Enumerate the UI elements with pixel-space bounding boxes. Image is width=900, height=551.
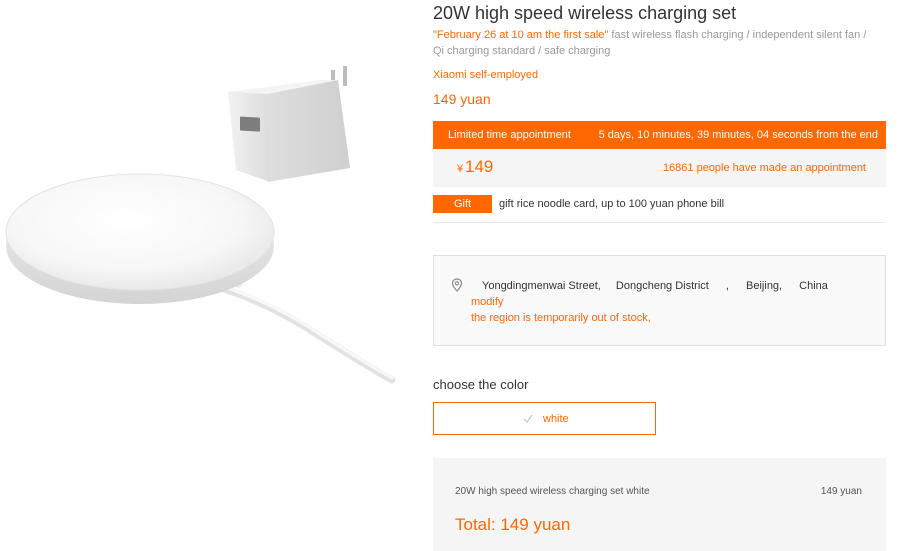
product-image [0,0,410,551]
address-separator: , [725,280,729,292]
flash-sale-label: Limited time appointment [448,129,571,141]
product-title: 20W high speed wireless charging set [433,3,737,23]
seller-label: Xiaomi self-employed [433,69,539,81]
address-text: Yongdingmenwai Street, Dongcheng Distric… [482,280,828,292]
address-district: Dongcheng District [615,280,709,292]
flash-sale-header: Limited time appointment 5 days, 10 minu… [433,121,886,149]
gift-description: gift rice noodle card, up to 100 yuan ph… [499,198,725,210]
product-info-panel: 20W high speed wireless charging set "Fe… [433,0,887,551]
check-icon [523,414,533,423]
color-section-heading: choose the color [433,377,529,392]
countdown-timer: 5 days, 10 minutes, 39 minutes, 04 secon… [598,129,878,141]
delivery-address-box: Yongdingmenwai Street, Dongcheng Distric… [433,255,886,346]
summary-item-name: 20W high speed wireless charging set whi… [455,486,650,497]
address-street: Yongdingmenwai Street, [482,280,601,292]
product-price: 149 yuan [433,91,491,107]
flash-sale-price: 149 [465,157,494,176]
address-country: China [799,280,828,292]
divider [433,222,886,223]
stock-status: the region is temporarily out of stock, [471,312,651,324]
summary-item-price: 149 yuan [820,486,862,497]
currency-symbol: ¥ [457,163,464,175]
gift-badge: Gift [433,195,492,213]
address-city: Beijing, [746,280,783,292]
color-option-label: white [543,413,569,425]
product-description: "February 26 at 10 am the first sale" fa… [433,27,878,59]
appointment-count: 16861 people have made an appointment [662,162,866,174]
location-pin-icon [451,278,463,292]
color-option-white[interactable]: white [433,402,656,435]
order-summary: 20W high speed wireless charging set whi… [433,458,886,551]
flash-sale-body: ¥ 149 16861 people have made an appointm… [433,149,886,187]
summary-total: Total: 149 yuan [455,515,571,534]
sale-date-note: "February 26 at 10 am the first sale" [433,29,609,41]
modify-address-link[interactable]: modify [471,296,503,308]
